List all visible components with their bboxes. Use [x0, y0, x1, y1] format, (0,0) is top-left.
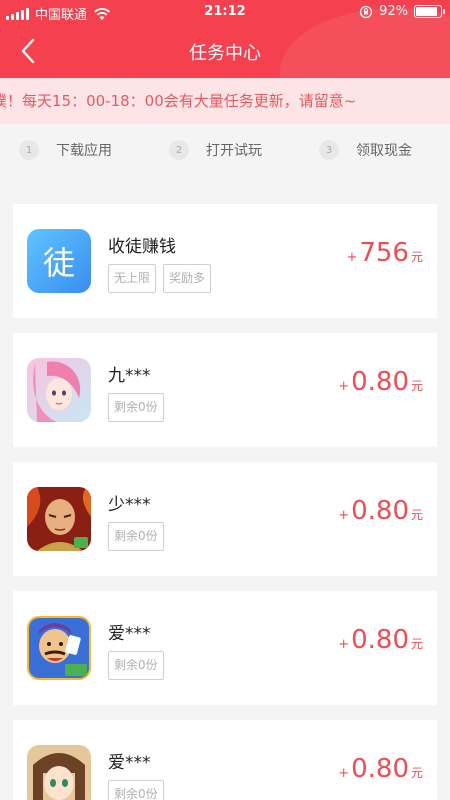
header: 中国联通 21:12 92% 任务中心 — [0, 0, 450, 78]
task-card[interactable]: 九*** 剩余0份 + 0.80 元 — [13, 333, 437, 447]
status-bar: 中国联通 21:12 92% — [0, 0, 450, 24]
status-right: 92% — [359, 4, 445, 19]
page-title: 任务中心 — [189, 43, 261, 64]
task-reward: + 0.80 元 — [338, 625, 423, 655]
fairy-character-icon — [27, 358, 91, 422]
game-app-icon — [27, 616, 91, 680]
task-reward: + 0.80 元 — [338, 367, 423, 397]
battery-fill — [416, 7, 437, 16]
task-title: 爱*** — [108, 753, 151, 773]
task-card[interactable]: 爱*** 剩余0份 + 0.80 元 — [13, 720, 437, 800]
monk-character-icon — [27, 487, 91, 551]
apprentice-icon: 徒 — [27, 229, 91, 293]
step-claim: 3 领取现金 — [319, 140, 412, 160]
reward-plus: + — [338, 766, 350, 781]
task-reward: + 756 元 — [346, 238, 423, 268]
reward-unit: 元 — [410, 250, 423, 264]
reward-amount: 0.80 — [351, 625, 409, 655]
rotation-lock-icon — [359, 5, 373, 18]
task-card[interactable]: 爱*** 剩余0份 + 0.80 元 — [13, 591, 437, 705]
task-title: 少*** — [108, 495, 151, 515]
task-tags: 剩余0份 — [108, 780, 164, 800]
step-label: 下载应用 — [56, 143, 112, 159]
task-title: 爱*** — [108, 624, 151, 644]
anime-girl-icon — [27, 745, 91, 800]
reward-amount: 0.80 — [351, 754, 409, 784]
step-play: 2 打开试玩 — [169, 140, 262, 160]
reward-plus: + — [346, 250, 358, 265]
reward-amount: 0.80 — [351, 496, 409, 526]
task-tags: 无上限 奖励多 — [108, 264, 212, 293]
reward-plus: + — [338, 379, 350, 394]
task-tag: 无上限 — [108, 264, 157, 293]
reward-unit: 元 — [410, 508, 423, 522]
steps-bar: 1 下载应用 2 打开试玩 3 领取现金 — [0, 124, 450, 182]
task-card-apprentice[interactable]: 徒 收徒赚钱 无上限 奖励多 + 756 元 — [13, 204, 437, 318]
battery-icon — [414, 5, 445, 18]
game-app-icon — [27, 487, 91, 551]
battery-percent: 92% — [379, 4, 408, 19]
reward-plus: + — [338, 508, 350, 523]
task-title: 九*** — [108, 366, 151, 386]
reward-amount: 0.80 — [351, 367, 409, 397]
reward-unit: 元 — [410, 766, 423, 780]
reward-plus: + — [338, 637, 350, 652]
reward-amount: 756 — [359, 238, 409, 268]
task-tags: 剩余0份 — [108, 522, 164, 551]
step-number: 3 — [319, 140, 339, 160]
step-label: 打开试玩 — [206, 143, 262, 159]
step-number: 2 — [169, 140, 189, 160]
notice-banner: 噗！每天15：00-18：00会有大量任务更新，请留意~ — [0, 78, 450, 124]
notice-text: 噗！每天15：00-18：00会有大量任务更新，请留意~ — [0, 92, 357, 110]
game-app-icon — [27, 358, 91, 422]
task-tag: 奖励多 — [163, 264, 212, 293]
reward-unit: 元 — [410, 637, 423, 651]
task-tags: 剩余0份 — [108, 393, 164, 422]
nav-bar: 任务中心 — [0, 24, 450, 78]
card-game-character-icon — [27, 616, 91, 680]
task-reward: + 0.80 元 — [338, 754, 423, 784]
task-tags: 剩余0份 — [108, 651, 164, 680]
apprentice-icon-glyph: 徒 — [42, 244, 75, 282]
game-app-icon — [27, 745, 91, 800]
task-tag: 剩余0份 — [108, 393, 164, 422]
task-title: 收徒赚钱 — [108, 237, 176, 257]
task-tag: 剩余0份 — [108, 522, 164, 551]
task-reward: + 0.80 元 — [338, 496, 423, 526]
reward-unit: 元 — [410, 379, 423, 393]
step-label: 领取现金 — [356, 143, 412, 159]
step-download: 1 下载应用 — [19, 140, 112, 160]
task-tag: 剩余0份 — [108, 651, 164, 680]
task-card[interactable]: 少*** 剩余0份 + 0.80 元 — [13, 462, 437, 576]
task-tag: 剩余0份 — [108, 780, 164, 800]
step-number: 1 — [19, 140, 39, 160]
